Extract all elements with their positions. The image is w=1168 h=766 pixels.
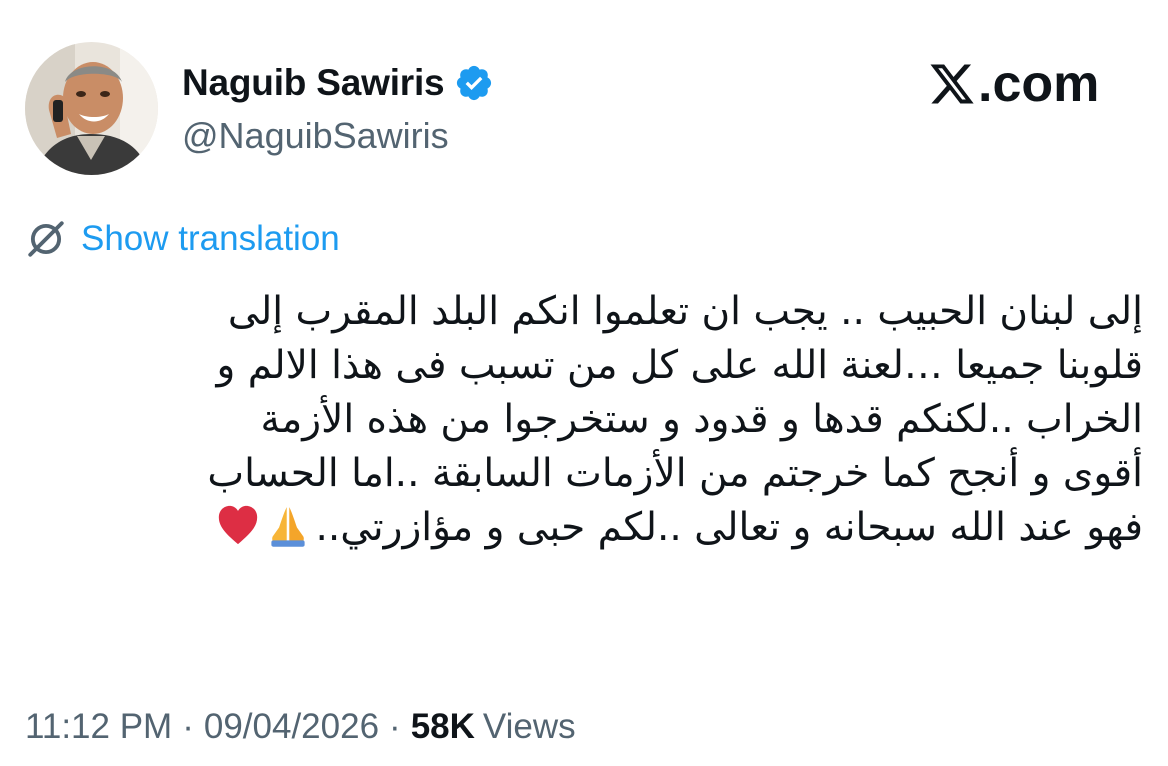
site-logo-text: .com	[978, 55, 1100, 113]
translate-icon	[28, 221, 64, 257]
tweet-text-line: إلى لبنان الحبيب .. يجب ان تعلموا انكم ا…	[227, 289, 1143, 334]
author-avatar[interactable]	[25, 42, 158, 175]
verified-badge-icon[interactable]	[454, 63, 494, 103]
tweet-text-line-content: فهو عند الله سبحانه و تعالى ..لكم حبى و …	[315, 505, 1143, 550]
tweet-text: إلى لبنان الحبيب .. يجب ان تعلموا انكم ا…	[25, 285, 1143, 555]
show-translation-button[interactable]: Show translation	[25, 214, 340, 264]
author-name-row: Naguib Sawiris	[182, 58, 494, 108]
tweet-card: Naguib Sawiris @NaguibSawiris .com Show …	[0, 0, 1168, 766]
tweet-date[interactable]: 09/04/2026	[204, 707, 379, 747]
tweet-meta: 11:12 PM · 09/04/2026 · 58K Views	[25, 702, 576, 752]
meta-separator: ·	[182, 707, 194, 746]
x-logo-icon	[930, 64, 974, 104]
show-translation-label: Show translation	[81, 219, 340, 258]
tweet-text-line-last: فهو عند الله سبحانه و تعالى ..لكم حبى و …	[25, 501, 1143, 555]
red-heart-icon	[219, 505, 258, 545]
author-name[interactable]: Naguib Sawiris	[182, 62, 445, 104]
meta-separator: ·	[389, 707, 401, 746]
tweet-text-line: أقوى و أنجح كما خرجتم من الأزمات السابقة…	[207, 451, 1143, 496]
folded-hands-icon	[271, 507, 306, 547]
author-handle[interactable]: @NaguibSawiris	[182, 115, 449, 157]
tweet-time[interactable]: 11:12 PM	[25, 707, 172, 747]
tweet-text-line: الخراب ..لكنكم قدها و قدود و ستخرجوا من …	[260, 397, 1143, 442]
site-logo: .com	[928, 52, 1099, 116]
views-label: Views	[482, 707, 576, 746]
tweet-text-line: قلوبنا جميعا …لعنة الله على كل من تسبب ف…	[216, 343, 1143, 388]
views-count[interactable]: 58K	[411, 707, 475, 747]
profile-photo	[25, 42, 158, 175]
